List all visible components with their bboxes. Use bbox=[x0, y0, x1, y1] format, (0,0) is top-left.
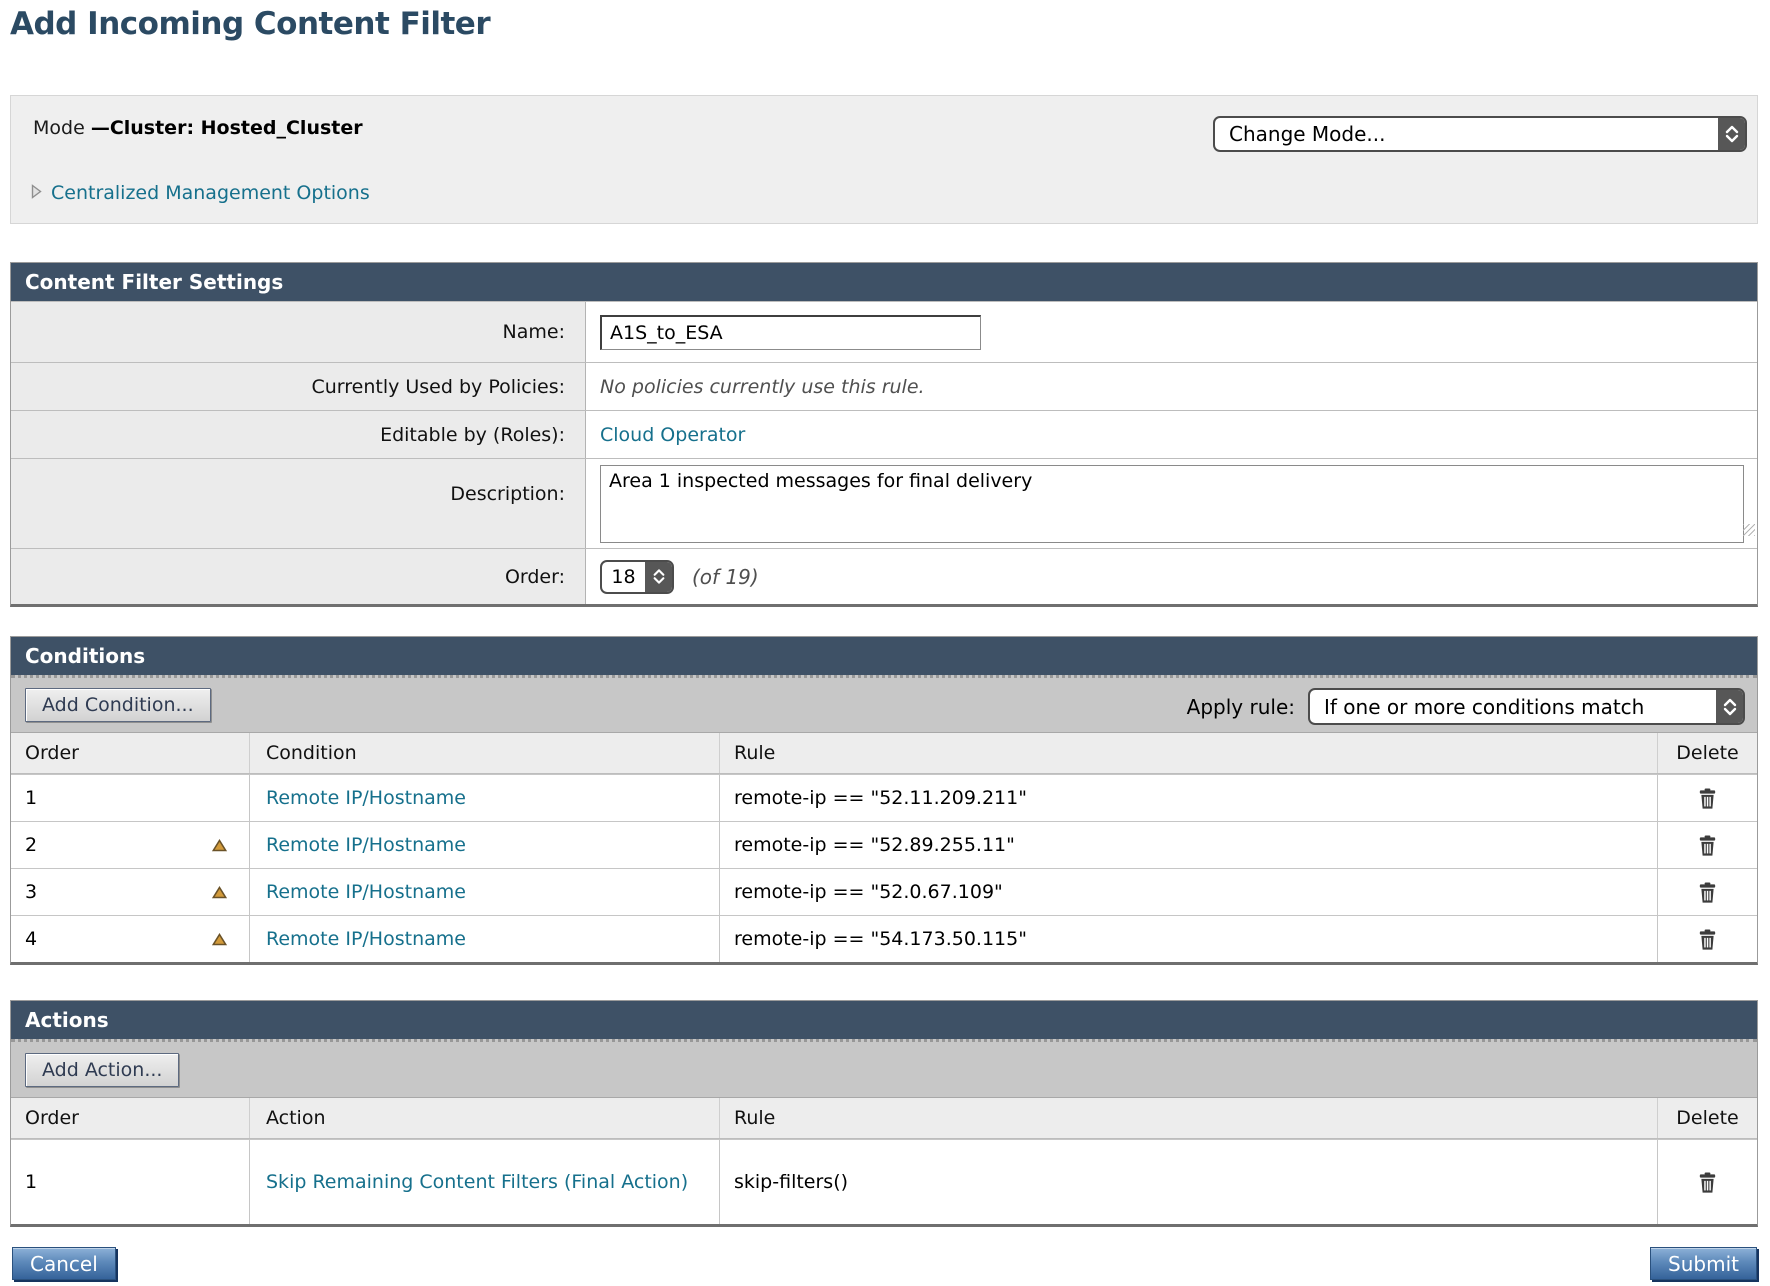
chevron-up-down-icon bbox=[645, 562, 672, 592]
mode-label: Mode bbox=[33, 117, 91, 139]
mode-line: Mode —Cluster: Hosted_Cluster bbox=[33, 117, 363, 139]
order-row: Order: 18 (of 19) bbox=[11, 548, 1757, 604]
change-mode-select[interactable]: Change Mode... bbox=[1213, 116, 1747, 152]
policies-row: Currently Used by Policies: No policies … bbox=[11, 362, 1757, 410]
chevron-up-down-icon bbox=[1718, 118, 1745, 150]
apply-rule-select-value: If one or more conditions match bbox=[1310, 690, 1716, 723]
description-textarea[interactable]: Area 1 inspected messages for final deli… bbox=[600, 465, 1744, 543]
row-order: 1 bbox=[25, 787, 37, 809]
submit-button[interactable]: Submit bbox=[1650, 1247, 1757, 1280]
move-up-icon[interactable] bbox=[212, 839, 227, 852]
roles-label: Editable by (Roles): bbox=[11, 411, 586, 458]
description-row: Description: Area 1 inspected messages f… bbox=[11, 458, 1757, 548]
order-total: (of 19) bbox=[692, 565, 759, 589]
column-header-condition: Condition bbox=[249, 733, 719, 773]
rule-text: remote-ip == "52.11.209.211" bbox=[734, 787, 1027, 809]
add-condition-button[interactable]: Add Condition... bbox=[25, 688, 211, 722]
rule-text: remote-ip == "54.173.50.115" bbox=[734, 928, 1027, 950]
row-order: 2 bbox=[25, 834, 37, 856]
rule-text: remote-ip == "52.0.67.109" bbox=[734, 881, 1003, 903]
add-action-button[interactable]: Add Action... bbox=[25, 1053, 179, 1087]
action-link[interactable]: Skip Remaining Content Filters (Final Ac… bbox=[266, 1170, 688, 1195]
delete-icon[interactable] bbox=[1696, 834, 1719, 857]
name-input[interactable] bbox=[600, 315, 981, 350]
mode-value: —Cluster: Hosted_Cluster bbox=[91, 117, 363, 139]
delete-icon[interactable] bbox=[1696, 787, 1719, 810]
table-row: 3 Remote IP/Hostname remote-ip == "52.0.… bbox=[11, 868, 1757, 915]
row-order: 4 bbox=[25, 928, 37, 950]
conditions-panel: Conditions Add Condition... Apply rule: … bbox=[10, 636, 1758, 965]
mode-panel: Mode —Cluster: Hosted_Cluster Change Mod… bbox=[10, 95, 1758, 224]
row-order: 3 bbox=[25, 881, 37, 903]
order-select-value: 18 bbox=[602, 562, 645, 592]
conditions-header: Conditions bbox=[11, 637, 1757, 675]
table-row: 1 Skip Remaining Content Filters (Final … bbox=[11, 1139, 1757, 1224]
table-row: 1 Remote IP/Hostname remote-ip == "52.11… bbox=[11, 774, 1757, 821]
condition-link[interactable]: Remote IP/Hostname bbox=[266, 834, 466, 856]
column-header-order: Order bbox=[11, 1107, 249, 1129]
apply-rule-label: Apply rule: bbox=[1187, 678, 1295, 735]
column-header-rule: Rule bbox=[719, 733, 1657, 773]
chevron-up-down-icon bbox=[1716, 690, 1743, 723]
condition-link[interactable]: Remote IP/Hostname bbox=[266, 787, 466, 809]
conditions-table-header: Order Condition Rule Delete bbox=[11, 732, 1757, 774]
table-row: 4 Remote IP/Hostname remote-ip == "54.17… bbox=[11, 915, 1757, 962]
centralized-management-options-link[interactable]: Centralized Management Options bbox=[51, 182, 370, 204]
delete-icon[interactable] bbox=[1696, 1171, 1719, 1194]
rule-text: skip-filters() bbox=[734, 1171, 848, 1193]
row-order: 1 bbox=[25, 1171, 37, 1193]
conditions-toolbar: Add Condition... Apply rule: If one or m… bbox=[11, 675, 1757, 732]
name-row: Name: bbox=[11, 301, 1757, 362]
condition-link[interactable]: Remote IP/Hostname bbox=[266, 928, 466, 950]
name-label: Name: bbox=[11, 302, 586, 362]
change-mode-select-value: Change Mode... bbox=[1215, 118, 1718, 150]
centralized-management-options-row: Centralized Management Options bbox=[31, 182, 370, 204]
delete-icon[interactable] bbox=[1696, 881, 1719, 904]
actions-header: Actions bbox=[11, 1001, 1757, 1039]
page-title: Add Incoming Content Filter bbox=[10, 6, 490, 42]
order-label: Order: bbox=[11, 549, 586, 604]
apply-rule-select[interactable]: If one or more conditions match bbox=[1308, 688, 1745, 725]
add-incoming-content-filter-page: Add Incoming Content Filter Mode —Cluste… bbox=[0, 0, 1770, 1286]
resize-grip-icon[interactable] bbox=[1743, 524, 1755, 536]
move-up-icon[interactable] bbox=[212, 933, 227, 946]
actions-panel: Actions Add Action... Order Action Rule … bbox=[10, 1000, 1758, 1227]
delete-icon[interactable] bbox=[1696, 928, 1719, 951]
actions-toolbar: Add Action... bbox=[11, 1039, 1757, 1097]
cancel-button[interactable]: Cancel bbox=[12, 1247, 116, 1280]
rule-text: remote-ip == "52.89.255.11" bbox=[734, 834, 1015, 856]
column-header-delete: Delete bbox=[1657, 1098, 1757, 1138]
column-header-action: Action bbox=[249, 1098, 719, 1138]
move-up-icon[interactable] bbox=[212, 886, 227, 899]
content-filter-settings-header: Content Filter Settings bbox=[11, 263, 1757, 301]
policies-value: No policies currently use this rule. bbox=[600, 376, 925, 398]
order-select[interactable]: 18 bbox=[600, 560, 674, 594]
description-label: Description: bbox=[11, 459, 586, 548]
policies-label: Currently Used by Policies: bbox=[11, 363, 586, 410]
roles-row: Editable by (Roles): Cloud Operator bbox=[11, 410, 1757, 458]
column-header-rule: Rule bbox=[719, 1098, 1657, 1138]
table-row: 2 Remote IP/Hostname remote-ip == "52.89… bbox=[11, 821, 1757, 868]
actions-table-header: Order Action Rule Delete bbox=[11, 1097, 1757, 1139]
disclosure-triangle-icon[interactable] bbox=[31, 184, 42, 203]
column-header-delete: Delete bbox=[1657, 733, 1757, 773]
column-header-order: Order bbox=[11, 742, 249, 764]
content-filter-settings-panel: Content Filter Settings Name: Currently … bbox=[10, 262, 1758, 607]
roles-link[interactable]: Cloud Operator bbox=[600, 424, 745, 446]
condition-link[interactable]: Remote IP/Hostname bbox=[266, 881, 466, 903]
